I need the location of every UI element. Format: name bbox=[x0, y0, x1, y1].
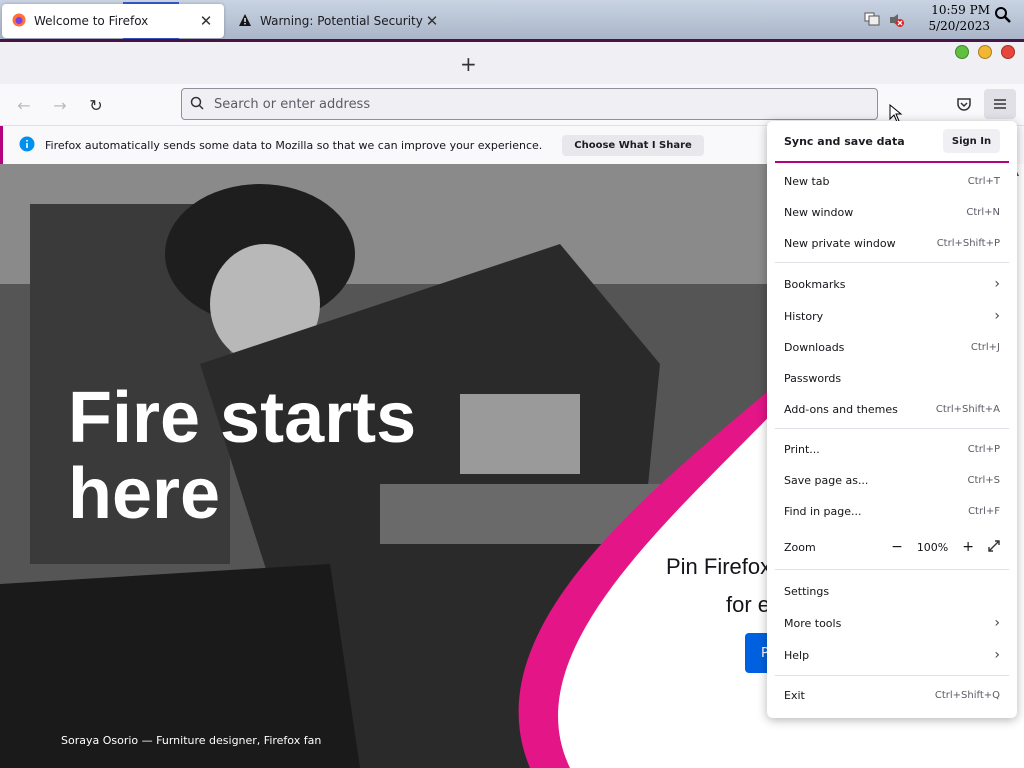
info-icon bbox=[19, 136, 35, 155]
close-icon[interactable]: ✕ bbox=[424, 12, 440, 30]
menu-item-save-page[interactable]: Save page as... Ctrl+S bbox=[784, 470, 1000, 490]
clock-date: 5/20/2023 bbox=[928, 19, 990, 33]
warning-icon bbox=[238, 13, 252, 30]
clock-time: 10:59 PM bbox=[931, 3, 990, 17]
tab-title: Welcome to Firefox bbox=[34, 14, 149, 28]
address-bar[interactable]: Search or enter address bbox=[181, 88, 878, 120]
menu-separator bbox=[775, 428, 1009, 429]
zoom-level[interactable]: 100% bbox=[917, 541, 948, 554]
reload-icon[interactable]: ↻ bbox=[84, 94, 108, 116]
menu-item-more-tools[interactable]: More tools › bbox=[784, 613, 1000, 633]
headline-line-2: here bbox=[68, 454, 221, 534]
menu-item-new-private-window[interactable]: New private window Ctrl+Shift+P bbox=[784, 233, 1000, 253]
close-icon[interactable]: ✕ bbox=[198, 12, 214, 30]
menu-item-help[interactable]: Help › bbox=[784, 645, 1000, 665]
sync-divider bbox=[775, 161, 1009, 163]
choose-what-i-share-button[interactable]: Choose What I Share bbox=[562, 134, 704, 156]
menu-item-new-tab[interactable]: New tab Ctrl+T bbox=[784, 171, 1000, 191]
address-placeholder: Search or enter address bbox=[214, 96, 371, 112]
menu-item-addons-themes[interactable]: Add-ons and themes Ctrl+Shift+A bbox=[784, 399, 1000, 419]
firefox-favicon-icon bbox=[12, 13, 26, 30]
zoom-in-button[interactable]: + bbox=[962, 539, 974, 555]
tab-welcome[interactable]: Welcome to Firefox ✕ bbox=[2, 4, 224, 38]
menu-item-bookmarks[interactable]: Bookmarks › bbox=[784, 274, 1000, 294]
app-menu: Sync and save data Sign In New tab Ctrl+T… bbox=[767, 121, 1017, 718]
maximize-window-button[interactable] bbox=[955, 45, 969, 59]
tab-strip bbox=[0, 42, 1024, 84]
forward-arrow-icon[interactable]: → bbox=[48, 94, 72, 116]
pocket-icon[interactable] bbox=[956, 96, 972, 115]
chevron-right-icon: › bbox=[994, 615, 1000, 631]
hero-headline: Fire starts here bbox=[68, 380, 416, 532]
sign-in-button[interactable]: Sign In bbox=[943, 129, 1000, 153]
menu-item-history[interactable]: History › bbox=[784, 306, 1000, 326]
chevron-right-icon: › bbox=[994, 647, 1000, 663]
pin-heading-line-1: Pin Firefox bbox=[666, 554, 772, 579]
hamburger-menu-icon[interactable] bbox=[984, 89, 1016, 119]
menu-item-downloads[interactable]: Downloads Ctrl+J bbox=[784, 337, 1000, 357]
headline-line-1: Fire starts bbox=[68, 378, 417, 458]
chevron-right-icon: › bbox=[994, 308, 1000, 324]
menu-item-settings[interactable]: Settings bbox=[784, 581, 1000, 601]
menu-separator bbox=[775, 262, 1009, 263]
menu-item-exit[interactable]: Exit Ctrl+Shift+Q bbox=[784, 685, 1000, 705]
sync-label: Sync and save data bbox=[784, 135, 905, 148]
search-icon[interactable] bbox=[994, 6, 1012, 27]
pin-heading-line-2: for e bbox=[726, 592, 771, 617]
zoom-out-button[interactable]: − bbox=[891, 539, 903, 555]
network-icon[interactable] bbox=[864, 12, 880, 29]
chevron-right-icon: › bbox=[994, 276, 1000, 292]
clock[interactable]: 10:59 PM 5/20/2023 bbox=[900, 2, 990, 34]
menu-item-find-in-page[interactable]: Find in page... Ctrl+F bbox=[784, 501, 1000, 521]
menu-item-new-window[interactable]: New window Ctrl+N bbox=[784, 202, 1000, 222]
tab-security-warning[interactable]: Warning: Potential Security Risk ✕ bbox=[228, 4, 450, 38]
minimize-window-button[interactable] bbox=[978, 45, 992, 59]
menu-separator bbox=[775, 675, 1009, 676]
fullscreen-icon[interactable] bbox=[988, 539, 1000, 555]
new-tab-icon[interactable]: + bbox=[460, 52, 477, 76]
menu-item-zoom: Zoom − 100% + bbox=[784, 537, 1000, 557]
menu-item-print[interactable]: Print... Ctrl+P bbox=[784, 439, 1000, 459]
menu-separator bbox=[775, 569, 1009, 570]
close-window-button[interactable] bbox=[1001, 45, 1015, 59]
notification-text: Firefox automatically sends some data to… bbox=[45, 138, 543, 152]
photo-caption: Soraya Osorio — Furniture designer, Fire… bbox=[61, 734, 322, 747]
back-arrow-icon[interactable]: ← bbox=[12, 94, 36, 116]
menu-item-passwords[interactable]: Passwords bbox=[784, 368, 1000, 388]
search-icon bbox=[190, 96, 204, 113]
tab-title: Warning: Potential Security Risk bbox=[260, 14, 424, 28]
